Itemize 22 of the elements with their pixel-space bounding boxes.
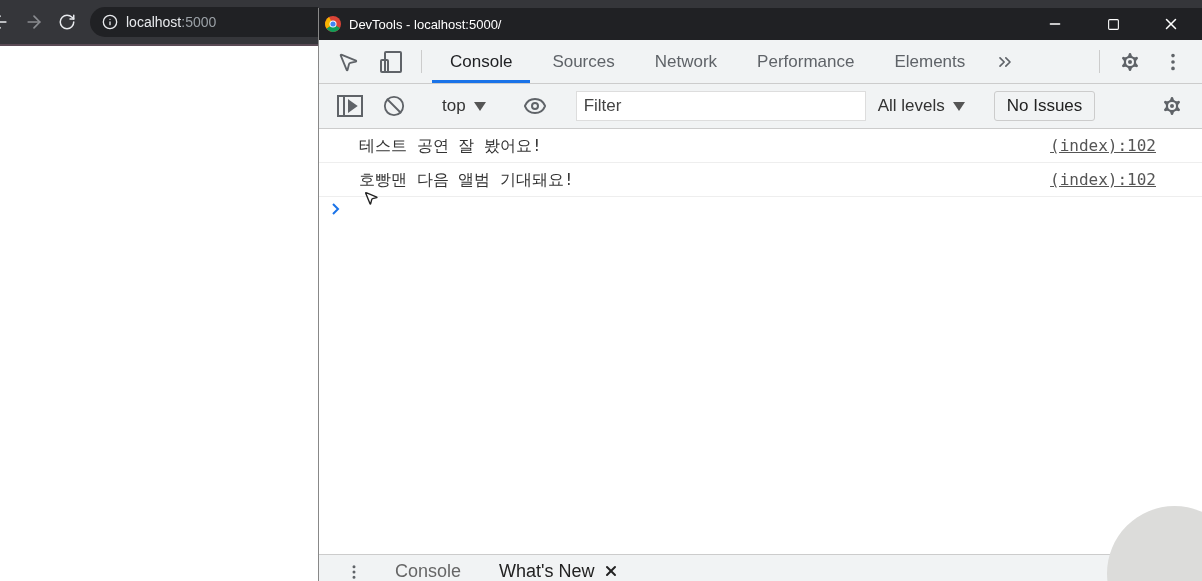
mouse-cursor-icon xyxy=(363,190,379,206)
console-message: 호빵맨 다음 앨범 기대돼요! xyxy=(359,169,574,190)
context-dropdown[interactable]: top xyxy=(434,96,494,116)
url-text: localhost:5000 xyxy=(126,14,217,30)
address-bar[interactable]: localhost:5000 xyxy=(90,7,318,37)
panel-tab[interactable]: Performance xyxy=(739,40,873,83)
levels-dropdown[interactable]: All levels xyxy=(869,96,973,116)
maximize-icon[interactable] xyxy=(1106,17,1120,31)
console-message: 테스트 공연 잘 봤어요! xyxy=(359,135,542,156)
source-link[interactable]: (index):102 xyxy=(1050,136,1156,155)
filter-field[interactable]: Filter xyxy=(575,91,866,121)
reload-icon[interactable] xyxy=(58,13,76,31)
drawer-tab[interactable]: Console xyxy=(381,561,476,581)
info-icon xyxy=(102,14,118,30)
drawer-tab[interactable]: What's New xyxy=(485,561,633,581)
source-link[interactable]: (index):102 xyxy=(1050,170,1156,189)
panel-tab[interactable]: Elements xyxy=(876,40,984,83)
window-title: DevTools - localhost:5000/ xyxy=(349,16,503,32)
panel-tab[interactable]: Sources xyxy=(534,40,633,83)
issues-button[interactable]: No Issues xyxy=(993,91,1096,121)
panel-tab[interactable]: Network xyxy=(636,40,736,83)
browser-logo-icon xyxy=(325,16,341,32)
